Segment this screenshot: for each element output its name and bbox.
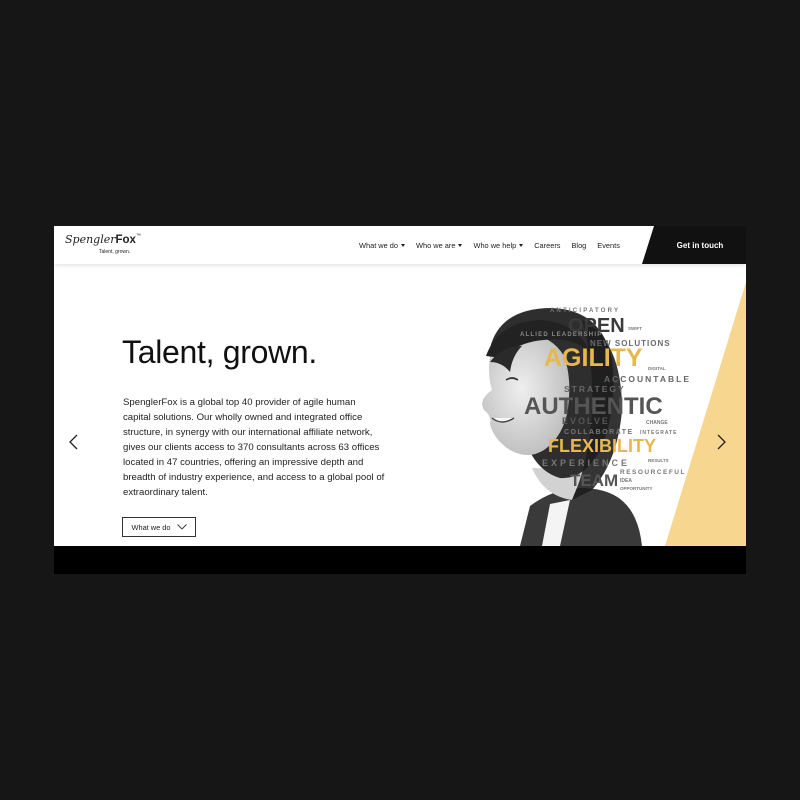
- logo-wordmark: SpenglerFox™: [65, 233, 141, 246]
- hero-heading: Talent, grown.: [122, 334, 318, 370]
- caret-down-icon: [458, 243, 463, 247]
- nav-label: Careers: [534, 240, 561, 250]
- caret-down-icon: [519, 243, 524, 247]
- nav-item-careers[interactable]: Careers: [534, 241, 560, 250]
- what-we-do-button[interactable]: What we do: [122, 517, 196, 537]
- browser-viewport: SpenglerFox™ Talent, grown. What we do W…: [54, 226, 746, 574]
- what-we-do-button-label: What we do: [131, 522, 171, 532]
- hero-description: SpenglerFox is a global top 40 provider …: [123, 397, 385, 498]
- hero-slide: Talent, grown. SpenglerFox is a global t…: [54, 264, 746, 546]
- word-accountable: ACCOUNTABLE: [604, 374, 691, 384]
- word-experience: EXPERIENCE: [542, 458, 630, 468]
- get-in-touch-button[interactable]: Get in touch: [642, 226, 746, 264]
- hero-portrait-image: ANTICIPATORY OPEN ALLIED LEADERSHIP SWIF…: [482, 308, 691, 546]
- logo-part1: Spengler: [65, 233, 116, 246]
- word-agility: AGILITY: [544, 344, 643, 372]
- logo-tm: ™: [135, 233, 141, 239]
- nav-item-who-we-are[interactable]: Who we are: [416, 240, 463, 250]
- nav-label: Who we help: [473, 240, 517, 250]
- word-change: CHANGE: [646, 420, 668, 426]
- nav-item-events[interactable]: Events: [597, 241, 620, 250]
- logo[interactable]: SpenglerFox™ Talent, grown.: [65, 233, 145, 259]
- word-allied-leadership: ALLIED LEADERSHIP: [520, 332, 602, 338]
- word-idea: IDEA: [620, 478, 632, 484]
- chevron-down-icon: [176, 524, 187, 530]
- bottom-bar: [54, 546, 746, 574]
- logo-part2: Fox: [115, 234, 136, 246]
- main-nav: What we do Who we are Who we help Career…: [359, 226, 631, 264]
- nav-label: What we do: [359, 240, 399, 250]
- carousel-prev-arrow-icon[interactable]: [63, 431, 85, 453]
- word-collaborate: COLLABORATE: [564, 429, 634, 436]
- nav-label: Blog: [571, 240, 587, 250]
- carousel-next-arrow-icon[interactable]: [710, 431, 732, 453]
- word-resourceful: RESOURCEFUL: [620, 469, 686, 476]
- nav-label: Events: [597, 240, 620, 250]
- nav-item-what-we-do[interactable]: What we do: [359, 240, 406, 250]
- word-digital: DIGITAL: [648, 366, 666, 371]
- word-evolve: EVOLVE: [562, 416, 610, 426]
- word-opportunity: OPPORTUNITY: [620, 486, 653, 491]
- logo-tagline: Talent, grown.: [99, 249, 131, 255]
- nav-item-who-we-help[interactable]: Who we help: [473, 240, 524, 250]
- word-flexibility: FLEXIBILITY: [548, 436, 656, 456]
- site-header: SpenglerFox™ Talent, grown. What we do W…: [54, 226, 746, 264]
- word-team: TEAM: [570, 471, 618, 490]
- word-results: RESULTS: [648, 458, 669, 463]
- nav-label: Who we are: [416, 240, 456, 250]
- word-anticipatory: ANTICIPATORY: [550, 308, 620, 314]
- caret-down-icon: [401, 243, 406, 247]
- word-swift: SWIFT: [628, 326, 642, 331]
- nav-item-blog[interactable]: Blog: [572, 241, 587, 250]
